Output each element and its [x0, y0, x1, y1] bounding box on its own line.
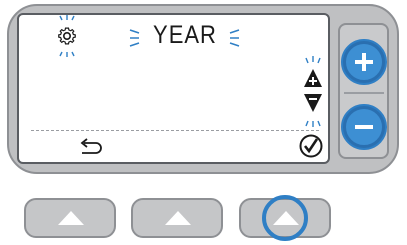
minus-button[interactable]	[343, 106, 385, 148]
return-arrow-icon	[80, 138, 102, 154]
gear-icon	[58, 15, 76, 57]
soft-button-center[interactable]	[131, 198, 223, 238]
mode-label: YEAR	[153, 20, 217, 49]
plus-icon	[355, 53, 373, 71]
flash-right-icon	[229, 29, 240, 47]
plus-button[interactable]	[343, 41, 385, 83]
minus-icon	[355, 125, 373, 129]
screen-divider	[31, 130, 319, 131]
rocker-divider	[344, 92, 384, 94]
soft-button-right-highlight-ring	[262, 195, 308, 241]
triangle-up-icon	[58, 211, 84, 225]
triangle-up-icon	[165, 211, 191, 225]
up-down-arrows-icon	[304, 56, 322, 127]
soft-button-left[interactable]	[24, 198, 116, 238]
checkmark-icon	[299, 134, 323, 158]
